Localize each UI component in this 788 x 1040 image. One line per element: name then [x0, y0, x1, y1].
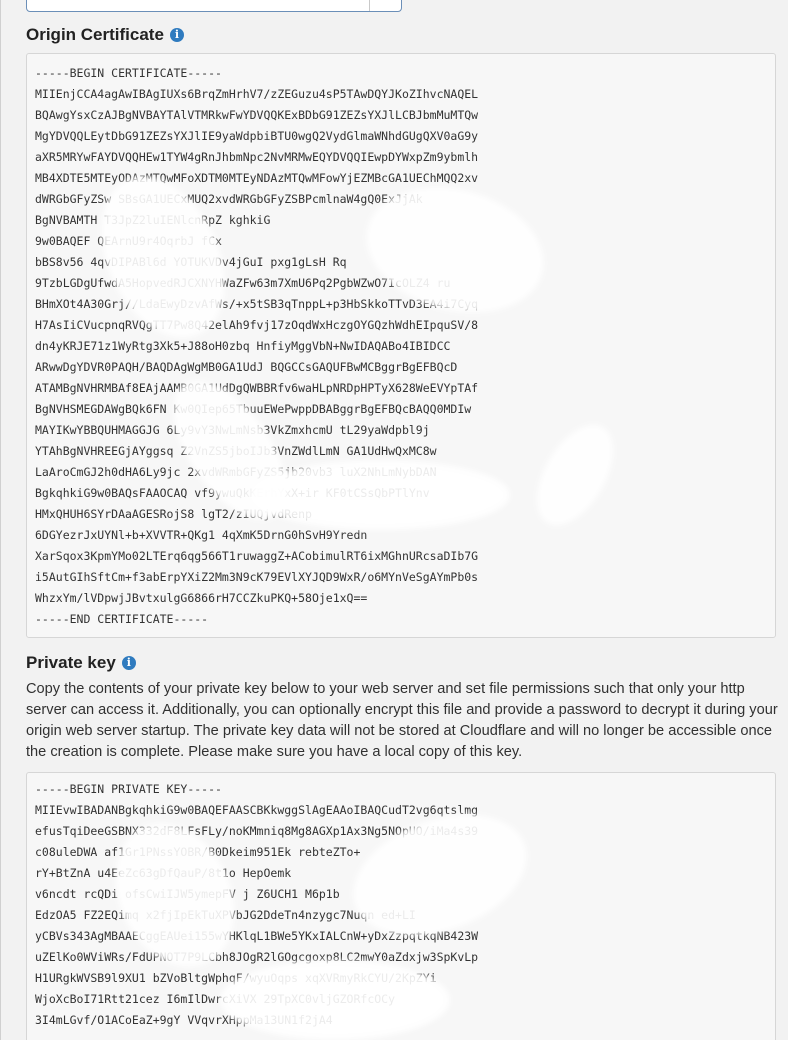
private-key-text: -----BEGIN PRIVATE KEY----- MIIEvwIBADAN… [35, 782, 479, 1027]
dropdown-divider [369, 0, 370, 11]
info-icon[interactable]: i [121, 656, 136, 670]
origin-certificate-heading: Origin Certificate i [26, 25, 184, 45]
private-key-textarea[interactable]: -----BEGIN PRIVATE KEY----- MIIEvwIBADAN… [26, 772, 776, 1040]
certificate-text: -----BEGIN CERTIFICATE----- MIIEnjCCA4ag… [35, 66, 479, 626]
left-panel-border [0, 0, 1, 1040]
private-key-heading: Private key i [26, 653, 136, 673]
dropdown-select[interactable] [26, 0, 402, 12]
info-icon[interactable]: i [169, 28, 184, 42]
private-key-title: Private key [26, 653, 116, 672]
certificate-textarea[interactable]: -----BEGIN CERTIFICATE----- MIIEnjCCA4ag… [26, 53, 776, 638]
origin-certificate-title: Origin Certificate [26, 25, 164, 44]
private-key-description: Copy the contents of your private key be… [26, 681, 778, 760]
